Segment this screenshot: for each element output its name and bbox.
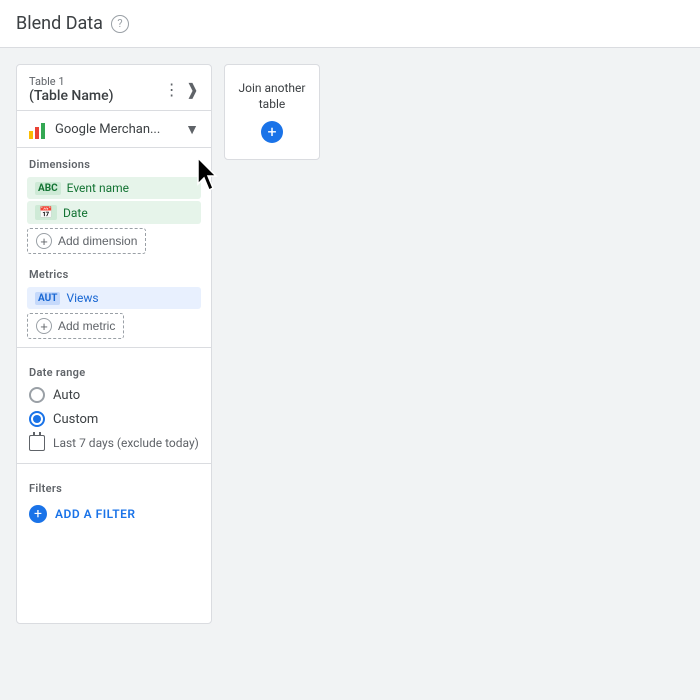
table1-header-icons: ⋮ ❱ xyxy=(164,80,199,99)
add-dimension-plus-icon: + xyxy=(36,233,52,249)
datasource-icon xyxy=(29,119,49,139)
datasource-dropdown-icon[interactable]: ▼ xyxy=(185,121,199,138)
add-filter-label: ADD A FILTER xyxy=(55,507,136,521)
auto-radio-label: Auto xyxy=(53,388,80,403)
dimension-event-name[interactable]: ABC Event name xyxy=(27,177,201,199)
filters-label: Filters xyxy=(17,472,211,499)
date-range-auto[interactable]: Auto xyxy=(17,383,211,407)
date-range-custom[interactable]: Custom xyxy=(17,407,211,431)
table1-title-block: Table 1 (Table Name) xyxy=(29,75,114,104)
main-content: Table 1 (Table Name) ⋮ ❱ Google Merchan.… xyxy=(0,48,700,640)
add-metric-label: Add metric xyxy=(58,319,115,333)
date-display-text: Last 7 days (exclude today) xyxy=(53,436,199,450)
auto-radio[interactable] xyxy=(29,387,45,403)
dimension-date[interactable]: 📅 Date xyxy=(27,201,201,224)
dimensions-label: Dimensions xyxy=(17,148,211,175)
more-options-icon[interactable]: ⋮ xyxy=(164,82,180,98)
page-title: Blend Data xyxy=(16,13,103,34)
add-dimension-label: Add dimension xyxy=(58,234,137,248)
datasource-row[interactable]: Google Merchan... ▼ xyxy=(17,111,211,148)
add-metric-button[interactable]: + Add metric xyxy=(27,313,124,339)
table1-name: (Table Name) xyxy=(29,88,114,104)
metric-views[interactable]: AUT Views xyxy=(27,287,201,309)
expand-icon[interactable]: ❱ xyxy=(186,80,199,99)
date-range-label: Date range xyxy=(17,356,211,383)
add-dimension-button[interactable]: + Add dimension xyxy=(27,228,146,254)
join-table-card[interactable]: Join another table + xyxy=(224,64,320,160)
metric-views-label: Views xyxy=(66,291,98,305)
add-filter-button[interactable]: + ADD A FILTER xyxy=(17,499,211,529)
custom-radio[interactable] xyxy=(29,411,45,427)
top-bar: Blend Data ? xyxy=(0,0,700,48)
custom-radio-inner xyxy=(33,415,41,423)
dimension-date-label: Date xyxy=(63,206,88,220)
add-metric-plus-icon: + xyxy=(36,318,52,334)
add-filter-plus-icon: + xyxy=(29,505,47,523)
divider2 xyxy=(17,463,211,464)
calendar-icon xyxy=(29,435,45,451)
table1-header: Table 1 (Table Name) ⋮ ❱ xyxy=(17,65,211,111)
custom-radio-label: Custom xyxy=(53,412,98,427)
metrics-label: Metrics xyxy=(17,258,211,285)
abc-icon: ABC xyxy=(35,182,61,195)
calendar-chip-icon: 📅 xyxy=(35,205,57,220)
dimension-event-name-label: Event name xyxy=(67,181,129,195)
aut-icon: AUT xyxy=(35,292,60,305)
date-display-row: Last 7 days (exclude today) xyxy=(17,431,211,455)
join-table-plus-icon: + xyxy=(261,121,283,143)
divider1 xyxy=(17,347,211,348)
datasource-name: Google Merchan... xyxy=(55,122,179,137)
table1-card: Table 1 (Table Name) ⋮ ❱ Google Merchan.… xyxy=(16,64,212,624)
join-table-text: Join another table xyxy=(239,81,306,112)
table1-label: Table 1 xyxy=(29,75,114,88)
help-icon[interactable]: ? xyxy=(111,15,129,33)
